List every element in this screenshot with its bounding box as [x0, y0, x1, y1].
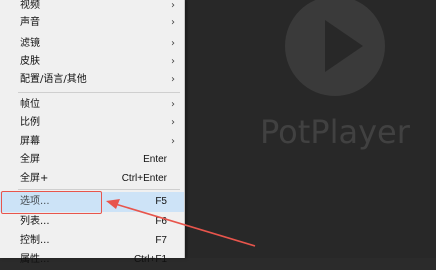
annotation-arrow-icon: [106, 199, 256, 247]
